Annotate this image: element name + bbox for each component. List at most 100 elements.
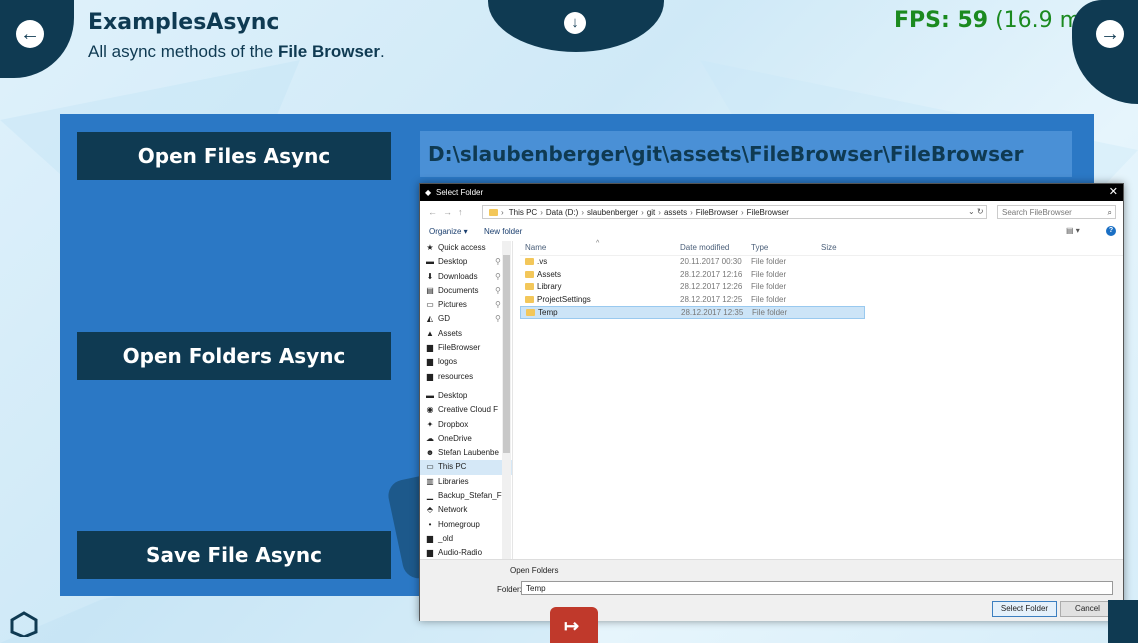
breadcrumb[interactable]: › This PC › Data (D:) › slaubenberger › git › as… <box>482 205 987 219</box>
file-row[interactable]: .vs 20.11.2017 00:30 File folder <box>520 256 865 269</box>
nav-item[interactable]: ▁ Backup_Stefan_F <box>420 489 512 503</box>
breadcrumb-item[interactable]: FileBrowser <box>747 208 789 217</box>
nav-item[interactable]: ⬇ Downloads ⚲ <box>420 270 512 284</box>
dialog-mode-label: Open Folders <box>510 566 559 575</box>
arrow-right-circle-icon: → <box>1096 20 1124 48</box>
nav-item-label: Desktop <box>438 390 468 400</box>
navigation-scrollbar[interactable] <box>502 241 511 559</box>
breadcrumb-item[interactable]: git <box>647 208 655 217</box>
open-folders-async-button[interactable]: Open Folders Async <box>77 332 391 380</box>
pin-icon: ⚲ <box>495 271 501 281</box>
nav-item[interactable]: ▲ Assets <box>420 327 512 341</box>
file-row[interactable]: Temp 28.12.2017 12:35 File folder <box>520 306 865 319</box>
breadcrumb-separator-icon[interactable]: › <box>641 208 644 217</box>
column-name[interactable]: Name <box>525 241 675 255</box>
nav-item[interactable]: ▆ resources <box>420 370 512 384</box>
breadcrumb-item[interactable]: slaubenberger <box>587 208 638 217</box>
breadcrumb-separator-icon[interactable]: › <box>658 208 661 217</box>
breadcrumb-item[interactable]: Data (D:) <box>546 208 578 217</box>
nav-item-label: OneDrive <box>438 433 472 443</box>
fps-counter: FPS: 59 (16.9 ms) <box>894 8 1102 33</box>
nav-item[interactable]: ◭ GD ⚲ <box>420 312 512 326</box>
nav-item-icon: ⬇ <box>426 271 434 281</box>
file-row[interactable]: ProjectSettings 28.12.2017 12:25 File fold… <box>520 294 865 307</box>
breadcrumb-item[interactable]: This PC <box>509 208 537 217</box>
pane-divider[interactable] <box>512 241 513 559</box>
nav-item-label: resources <box>438 371 474 381</box>
folder-name-input[interactable]: Temp <box>521 581 1113 595</box>
file-date: 28.12.2017 12:35 <box>681 308 744 317</box>
column-date-modified[interactable]: Date modified <box>680 241 729 255</box>
nav-item[interactable]: ▬ Desktop ⚲ <box>420 255 512 269</box>
organize-button[interactable]: Organize ▾ <box>429 227 468 236</box>
nav-item-icon: ⬘ <box>426 505 434 515</box>
exit-button[interactable]: ↦ <box>550 607 598 643</box>
nav-item-icon: ◭ <box>426 314 434 324</box>
breadcrumb-separator-icon[interactable]: › <box>581 208 584 217</box>
arrow-left-circle-icon: ← <box>16 20 44 48</box>
help-icon[interactable]: ? <box>1106 226 1116 236</box>
navigation-arrows-icon[interactable]: ←→↑ <box>428 207 469 217</box>
nav-item-label: Libraries <box>438 476 469 486</box>
nav-item[interactable]: ▆ _old <box>420 532 512 546</box>
file-type: File folder <box>752 308 788 317</box>
save-file-async-button[interactable]: Save File Async <box>77 531 391 579</box>
breadcrumb-item[interactable]: FileBrowser <box>696 208 738 217</box>
nav-item[interactable]: ▬ Desktop <box>420 389 512 403</box>
search-input[interactable]: Search FileBrowser ⌕ <box>997 205 1116 219</box>
nav-item[interactable]: ☻ Stefan Laubenbe <box>420 446 512 460</box>
file-name: Temp <box>526 307 676 320</box>
new-folder-button[interactable]: New folder <box>484 227 522 236</box>
dialog-titlebar: ◆ Select Folder ✕ <box>420 184 1123 201</box>
file-name-label: Library <box>537 282 562 291</box>
refresh-icon[interactable]: ⌄ ↻ <box>968 207 984 216</box>
nav-item[interactable]: ▭ Pictures ⚲ <box>420 298 512 312</box>
breadcrumb-item[interactable]: assets <box>664 208 687 217</box>
nav-item[interactable]: ☁ OneDrive <box>420 432 512 446</box>
column-size[interactable]: Size <box>821 241 837 255</box>
nav-item-icon: ▤ <box>426 285 434 295</box>
file-date: 28.12.2017 12:26 <box>680 282 743 291</box>
cancel-button[interactable]: Cancel <box>1060 601 1115 617</box>
address-bar: ←→↑ › This PC › Data (D:) › slaubenberger › gi… <box>420 204 1123 221</box>
breadcrumb-separator-icon[interactable]: › <box>540 208 543 217</box>
nav-item[interactable]: ▭ This PC <box>420 460 512 475</box>
close-icon[interactable]: ✕ <box>1109 184 1118 201</box>
nav-item-icon: ▭ <box>426 462 434 472</box>
nav-item-label: Backup_Stefan_F <box>438 491 502 501</box>
select-folder-button[interactable]: Select Folder <box>992 601 1057 617</box>
breadcrumb-separator-icon[interactable]: › <box>741 208 744 217</box>
nav-item[interactable]: ▆ FileBrowser <box>420 341 512 355</box>
nav-item-icon: ✦ <box>426 419 434 429</box>
nav-item-icon: ▆ <box>426 357 434 367</box>
scrollbar-thumb[interactable] <box>503 255 510 453</box>
folder-icon <box>525 295 534 303</box>
nav-item-label: _old <box>438 533 454 543</box>
nav-item[interactable]: ▥ Libraries <box>420 475 512 489</box>
folder-icon <box>525 270 534 278</box>
column-type[interactable]: Type <box>751 241 768 255</box>
nav-item-label: Assets <box>438 328 463 338</box>
nav-item[interactable]: ▆ Audio-Radio <box>420 546 512 559</box>
nav-item[interactable]: ✦ Dropbox <box>420 418 512 432</box>
nav-item[interactable]: ★ Quick access <box>420 241 512 255</box>
nav-item-label: GD <box>438 314 450 324</box>
nav-item[interactable]: ◉ Creative Cloud F <box>420 403 512 417</box>
search-icon: ⌕ <box>1107 208 1112 217</box>
nav-item-icon: ★ <box>426 243 434 252</box>
nav-item[interactable]: ⬘ Network <box>420 503 512 517</box>
nav-item[interactable]: ▆ logos <box>420 355 512 369</box>
view-options-icon[interactable]: ▤ ▾ <box>1066 226 1080 235</box>
nav-item-label: Audio-Radio <box>438 548 483 558</box>
file-name-label: ProjectSettings <box>537 294 591 304</box>
file-row[interactable]: Library 28.12.2017 12:26 File folder <box>520 281 865 294</box>
file-row[interactable]: Assets 28.12.2017 12:16 File folder <box>520 269 865 282</box>
nav-item[interactable]: • Homegroup <box>420 518 512 532</box>
file-name-label: Assets <box>537 269 562 279</box>
file-name-label: Temp <box>538 308 558 317</box>
nav-item-icon: ▆ <box>426 343 434 353</box>
file-date: 28.12.2017 12:25 <box>680 294 743 304</box>
open-files-async-button[interactable]: Open Files Async <box>77 132 391 180</box>
nav-item[interactable]: ▤ Documents ⚲ <box>420 284 512 298</box>
breadcrumb-separator-icon[interactable]: › <box>690 208 693 217</box>
